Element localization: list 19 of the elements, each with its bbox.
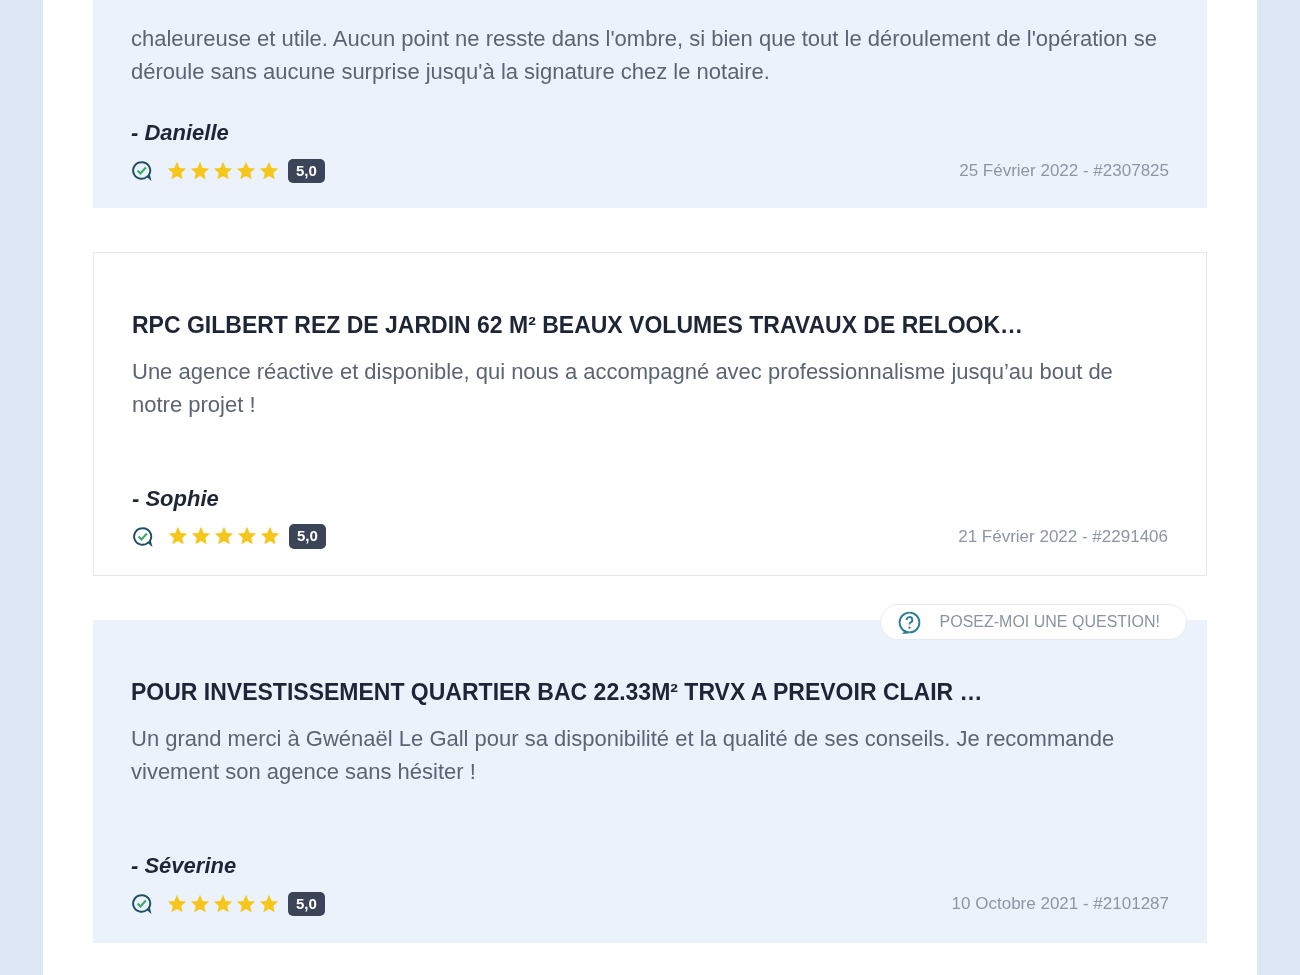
verified-icon [132,525,153,547]
review-date: 25 Février 2022 - #2307825 [959,160,1169,182]
author-name: - Sophie [132,485,219,511]
author-name: - Danielle [131,120,229,145]
review-title: POUR INVESTISSEMENT QUARTIER BAC 22.33M² TRVX A PREVOIR CLAIR … [131,678,984,707]
rating-badge: 5,0 [289,524,326,549]
review-title: RPC GILBERT REZ DE JARDIN 62 M² BEAUX VOLUMES TRAVAUX DE RELOOK… [132,310,1025,340]
verified-icon [131,160,152,182]
ask-question-button[interactable]: POSEZ-MOI UNE QUESTION! [879,604,1187,640]
review-date: 10 Octobre 2021 - #2101287 [951,893,1169,915]
rating-badge: 5,0 [288,891,325,916]
review-text: Un grand merci à Gwénaël Le Gall pour sa disponibilité et la qualité de ses conseils. Je recommande vivement son agence sans hésiter ! [131,725,1116,786]
review-text: Une agence réactive et disponible, qui nous a accompagné avec professionnalisme jusqu’au bout de notre projet ! [132,357,1114,419]
review-date: 21 Février 2022 - #2291406 [958,525,1168,548]
author-name: - Séverine [131,853,237,878]
review-text: chaleureuse et utile. Aucun point ne resste dans l'ombre, si bien que tout le déroulement de l'opération se déroule sans aucune surprise jusqu'à la signature chez le notaire. [131,25,1158,86]
verified-icon [131,893,152,915]
rating-badge: 5,0 [288,158,325,183]
question-icon [896,609,922,635]
